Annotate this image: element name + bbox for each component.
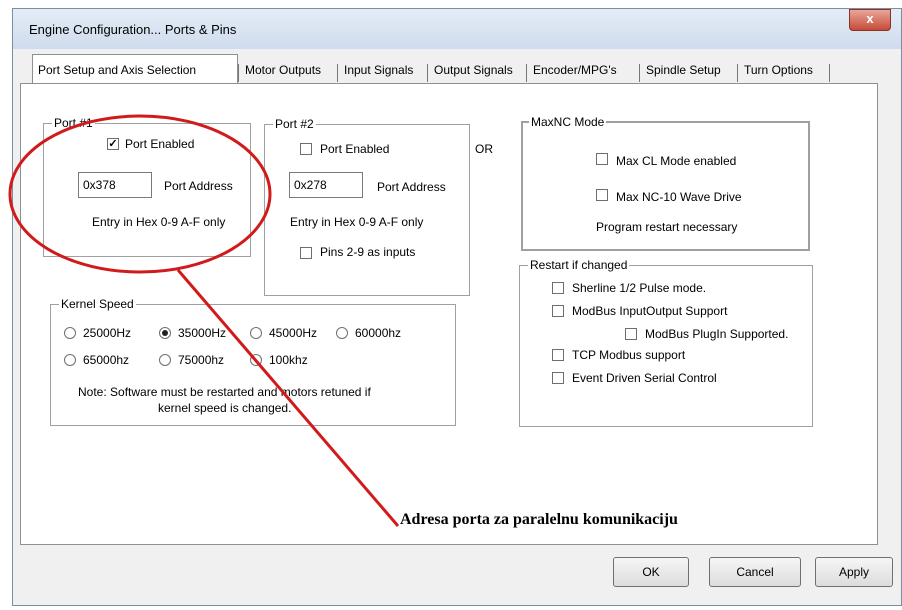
- ok-button[interactable]: OK: [613, 557, 689, 587]
- cancel-button[interactable]: Cancel: [709, 557, 801, 587]
- annotation-pointer-line: [176, 269, 400, 527]
- button-label: OK: [642, 565, 660, 579]
- annotation-ellipse: [8, 114, 272, 274]
- button-label: Cancel: [736, 565, 774, 579]
- annotation-callout: Adresa porta za paralelnu komunikaciju: [400, 511, 678, 528]
- button-label: Apply: [838, 565, 870, 579]
- apply-button[interactable]: Apply: [815, 557, 893, 587]
